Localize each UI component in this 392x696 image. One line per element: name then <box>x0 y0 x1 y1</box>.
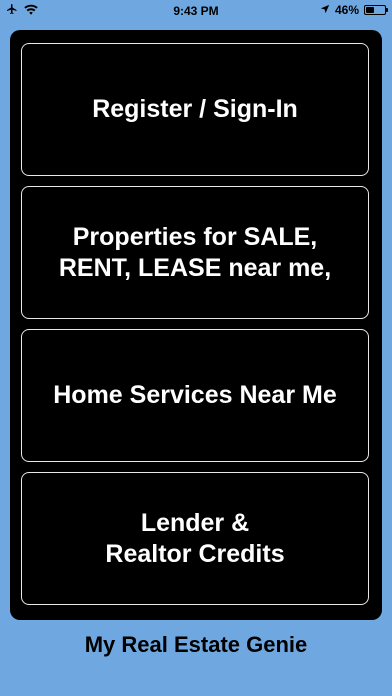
lender-realtor-credits-button[interactable]: Lender & Realtor Credits <box>21 472 369 605</box>
battery-level-fill <box>366 7 374 13</box>
menu-panel: Register / Sign-In Properties for SALE, … <box>10 30 382 620</box>
battery-percent: 46% <box>334 3 359 17</box>
properties-for-sale-rent-lease-button[interactable]: Properties for SALE, RENT, LEASE near me… <box>21 186 369 319</box>
home-services-near-me-button[interactable]: Home Services Near Me <box>21 329 369 462</box>
battery-icon <box>364 5 388 15</box>
app-title: My Real Estate Genie <box>84 632 308 657</box>
location-arrow-icon <box>320 3 330 17</box>
status-right: 46% <box>320 3 388 17</box>
register-sign-in-button[interactable]: Register / Sign-In <box>21 43 369 176</box>
status-bar: 9:43 PM 46% <box>0 0 392 22</box>
